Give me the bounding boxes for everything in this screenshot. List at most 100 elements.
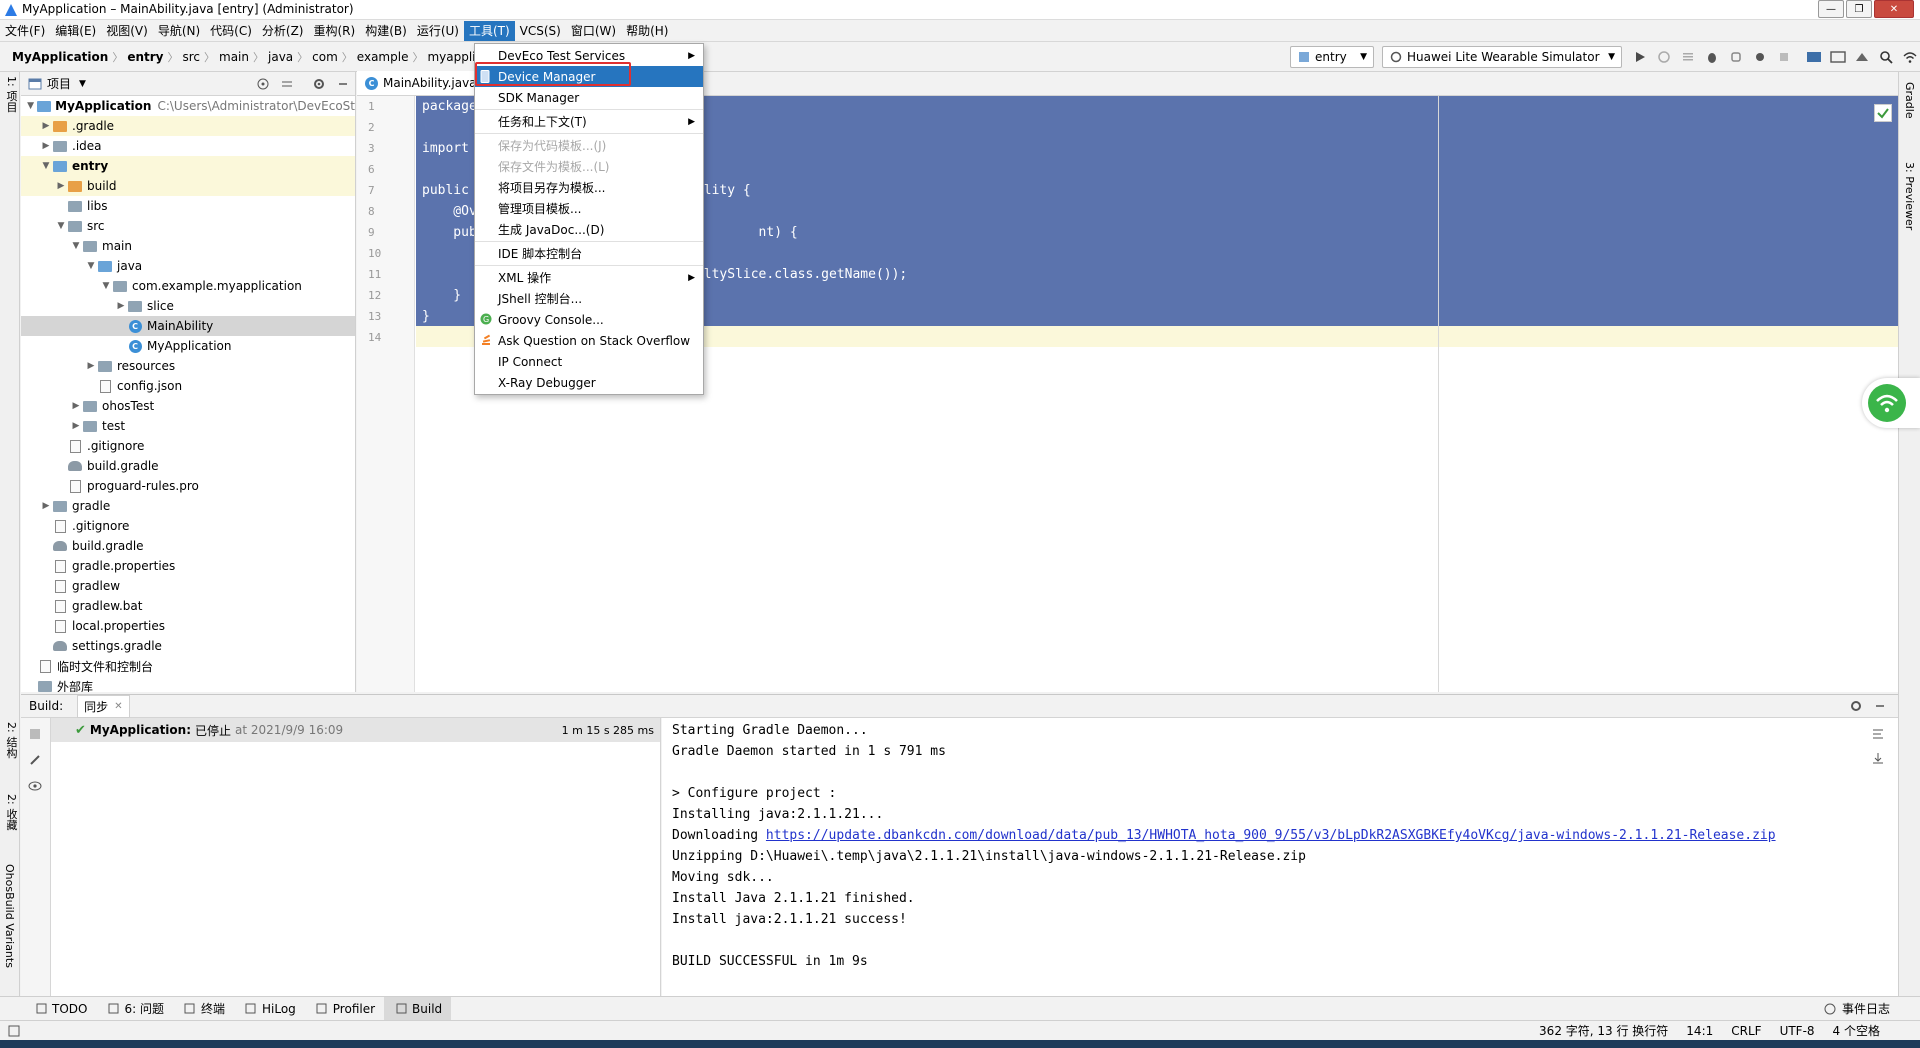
menu-item[interactable]: 代码(C) bbox=[205, 21, 257, 41]
scroll-to-end-icon[interactable] bbox=[1868, 748, 1888, 768]
soft-wrap-icon[interactable] bbox=[1868, 724, 1888, 744]
tree-item[interactable]: config.json bbox=[21, 376, 355, 396]
tools-menu-item[interactable]: 任务和上下文(T) ▶ bbox=[475, 111, 703, 132]
menu-item[interactable]: 重构(R) bbox=[309, 21, 361, 41]
collapsed-arrow-icon[interactable]: ▶ bbox=[85, 361, 97, 371]
collapsed-arrow-icon[interactable]: ▶ bbox=[115, 301, 127, 311]
status-item[interactable]: 362 字符, 13 行 换行符 bbox=[1539, 1022, 1668, 1039]
tree-item[interactable]: ▶ ohosTest bbox=[21, 396, 355, 416]
stripe-previewer[interactable]: 3: Previewer bbox=[1903, 162, 1916, 230]
wifi-icon[interactable] bbox=[1900, 47, 1920, 67]
tool-tab[interactable]: HiLog bbox=[234, 997, 305, 1021]
tree-item[interactable]: ▶ .gradle bbox=[21, 116, 355, 136]
device-manager-toolbar-icon[interactable] bbox=[1828, 47, 1848, 67]
pin-icon[interactable] bbox=[25, 750, 45, 770]
tools-menu-item[interactable]: Ask Question on Stack Overflow bbox=[475, 330, 703, 351]
tool-tab[interactable]: 6: 问题 bbox=[96, 997, 173, 1021]
tools-menu-item[interactable]: X-Ray Debugger bbox=[475, 372, 703, 393]
console-link[interactable]: https://update.dbankcdn.com/download/dat… bbox=[766, 828, 1776, 843]
collapsed-arrow-icon[interactable]: ▶ bbox=[55, 181, 67, 191]
collapsed-arrow-icon[interactable]: ▶ bbox=[40, 121, 52, 131]
menu-item[interactable]: 构建(B) bbox=[360, 21, 412, 41]
collapsed-arrow-icon[interactable]: ▶ bbox=[40, 501, 52, 511]
breadcrumb-item[interactable]: MyApplication bbox=[8, 50, 112, 64]
tree-item[interactable]: build.gradle bbox=[21, 456, 355, 476]
breadcrumb-item[interactable]: example bbox=[353, 50, 413, 64]
module-combo[interactable]: entry ▼ bbox=[1290, 46, 1374, 68]
collapsed-arrow-icon[interactable]: ▶ bbox=[40, 141, 52, 151]
tree-item[interactable]: C MyApplication bbox=[21, 336, 355, 356]
tree-item[interactable]: ▶ gradle bbox=[21, 496, 355, 516]
project-structure-icon[interactable] bbox=[1804, 47, 1824, 67]
tree-item[interactable]: ▼ main bbox=[21, 236, 355, 256]
tree-item[interactable]: ▼ java bbox=[21, 256, 355, 276]
tree-item[interactable]: C MainAbility bbox=[21, 316, 355, 336]
floating-wifi-widget[interactable] bbox=[1862, 378, 1920, 428]
menu-item[interactable]: 编辑(E) bbox=[50, 21, 101, 41]
expanded-arrow-icon[interactable]: ▼ bbox=[25, 101, 36, 111]
menu-item[interactable]: 运行(U) bbox=[412, 21, 464, 41]
expanded-arrow-icon[interactable]: ▼ bbox=[100, 281, 112, 291]
breadcrumb-item[interactable]: entry bbox=[123, 50, 167, 64]
menu-item[interactable]: 帮助(H) bbox=[621, 21, 673, 41]
tools-menu-item[interactable]: IDE 脚本控制台 bbox=[475, 243, 703, 264]
status-item[interactable]: UTF-8 bbox=[1780, 1024, 1815, 1038]
menu-item[interactable]: 分析(Z) bbox=[257, 21, 309, 41]
collapsed-arrow-icon[interactable]: ▶ bbox=[70, 401, 82, 411]
tools-menu-item[interactable]: XML 操作 ▶ bbox=[475, 267, 703, 288]
tree-item[interactable]: gradle.properties bbox=[21, 556, 355, 576]
tools-menu-item[interactable]: 将项目另存为模板... bbox=[475, 177, 703, 198]
stripe-structure[interactable]: 2: 结构 bbox=[3, 722, 19, 758]
chevron-down-icon[interactable]: ▼ bbox=[79, 79, 86, 89]
eye-icon[interactable] bbox=[25, 776, 45, 796]
tree-item[interactable]: 外部库 bbox=[21, 676, 355, 692]
menu-item[interactable]: 工具(T) bbox=[463, 21, 515, 41]
locate-icon[interactable] bbox=[253, 74, 273, 94]
expanded-arrow-icon[interactable]: ▼ bbox=[55, 221, 67, 231]
status-item[interactable]: CRLF bbox=[1731, 1024, 1761, 1038]
sdk-manager-icon[interactable] bbox=[1852, 47, 1872, 67]
tools-menu-item[interactable]: SDK Manager bbox=[475, 87, 703, 108]
tree-item[interactable]: ▶ .idea bbox=[21, 136, 355, 156]
stop-icon[interactable] bbox=[1774, 47, 1794, 67]
device-combo[interactable]: Huawei Lite Wearable Simulator ▼ bbox=[1382, 46, 1622, 68]
attach-debugger-icon[interactable] bbox=[1726, 47, 1746, 67]
debug-icon[interactable] bbox=[1702, 47, 1722, 67]
tools-menu-item[interactable]: IP Connect bbox=[475, 351, 703, 372]
menu-item[interactable]: 文件(F) bbox=[0, 21, 50, 41]
project-panel-title[interactable]: 项目 bbox=[47, 75, 71, 92]
tool-tab[interactable]: Profiler bbox=[305, 997, 384, 1021]
stripe-favorites[interactable]: 2: 收藏 bbox=[3, 794, 19, 830]
expanded-arrow-icon[interactable]: ▼ bbox=[85, 261, 97, 271]
tree-item[interactable]: ▶ resources bbox=[21, 356, 355, 376]
status-item[interactable]: 14:1 bbox=[1686, 1024, 1713, 1038]
stripe-gradle[interactable]: Gradle bbox=[1903, 82, 1916, 119]
tool-tab[interactable]: 终端 bbox=[173, 997, 234, 1021]
gear-icon[interactable] bbox=[1846, 696, 1866, 716]
tools-menu-item[interactable]: 生成 JavaDoc...(D) bbox=[475, 219, 703, 240]
tree-item[interactable]: local.properties bbox=[21, 616, 355, 636]
tree-item[interactable]: libs bbox=[21, 196, 355, 216]
tree-item[interactable]: ▼ src bbox=[21, 216, 355, 236]
menu-item[interactable]: VCS(S) bbox=[515, 21, 566, 41]
tree-item[interactable]: .gitignore bbox=[21, 516, 355, 536]
minimize-button[interactable]: — bbox=[1818, 0, 1844, 18]
menu-item[interactable]: 视图(V) bbox=[101, 21, 153, 41]
tools-menu-item[interactable]: JShell 控制台... bbox=[475, 288, 703, 309]
collapsed-arrow-icon[interactable]: ▶ bbox=[70, 421, 82, 431]
breadcrumb-item[interactable]: main bbox=[215, 50, 253, 64]
event-log-button[interactable]: 事件日志 bbox=[1818, 999, 1890, 1019]
layout-icon[interactable] bbox=[4, 1021, 24, 1041]
build-tree-row[interactable]: ✔ MyApplication: 已停止 at 2021/9/9 16:09 1… bbox=[51, 718, 660, 742]
collapse-all-icon[interactable] bbox=[277, 74, 297, 94]
tree-item[interactable]: 临时文件和控制台 bbox=[21, 656, 355, 676]
run-icon[interactable] bbox=[1630, 47, 1650, 67]
apply-changes-icon[interactable] bbox=[1678, 47, 1698, 67]
menu-item[interactable]: 窗口(W) bbox=[566, 21, 621, 41]
tab-sync[interactable]: 同步 ✕ bbox=[77, 694, 130, 718]
breadcrumb-item[interactable]: src bbox=[178, 50, 204, 64]
build-console[interactable]: Starting Gradle Daemon... Gradle Daemon s… bbox=[662, 718, 1887, 996]
hide-panel-icon[interactable] bbox=[333, 74, 353, 94]
tree-item[interactable]: ▶ test bbox=[21, 416, 355, 436]
tree-item[interactable]: ▼ MyApplication C:\Users\Administrator\Dev… bbox=[21, 96, 355, 116]
